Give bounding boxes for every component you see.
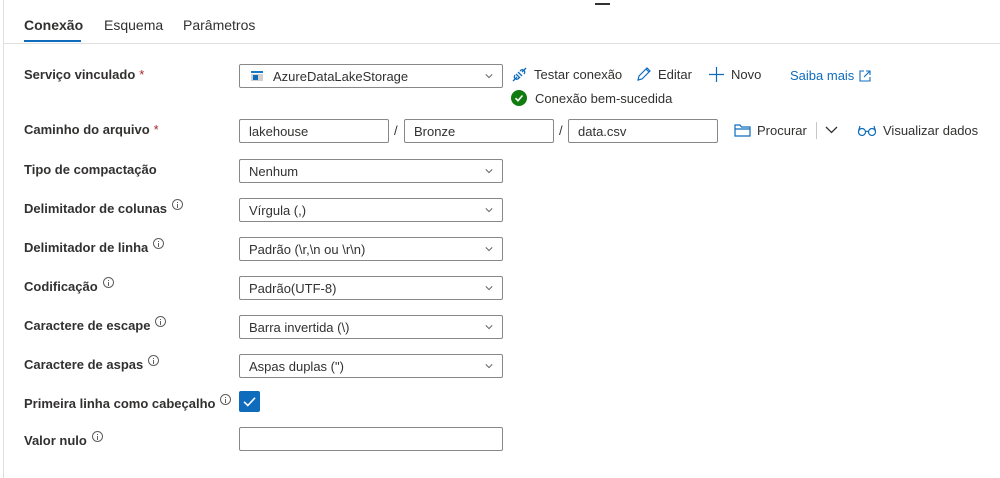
info-icon[interactable] bbox=[153, 238, 165, 249]
quote-char-value: Aspas duplas (") bbox=[249, 358, 344, 374]
encoding-label: Codificação bbox=[24, 277, 114, 294]
encoding-value: Padrão(UTF-8) bbox=[249, 280, 337, 296]
info-icon[interactable] bbox=[155, 316, 167, 327]
escape-char-label: Caractere de escape bbox=[24, 316, 167, 333]
new-button[interactable]: Novo bbox=[708, 66, 761, 83]
required-mark: * bbox=[139, 67, 145, 82]
file-path-file-input[interactable]: data.csv bbox=[568, 119, 718, 143]
compression-select[interactable]: Nenhum bbox=[239, 159, 503, 183]
linked-service-label: Serviço vinculado * bbox=[24, 67, 144, 82]
tab-parameters[interactable]: Parâmetros bbox=[183, 17, 255, 33]
escape-char-value: Barra invertida (\) bbox=[249, 319, 350, 335]
null-value-input[interactable] bbox=[239, 427, 503, 451]
compression-value: Nenhum bbox=[249, 163, 299, 179]
row-delimiter-select[interactable]: Padrão (\r,\n ou \r\n) bbox=[239, 237, 503, 261]
compression-label: Tipo de compactação bbox=[24, 162, 157, 177]
folder-icon bbox=[734, 124, 751, 137]
file-path-container-value: lakehouse bbox=[249, 123, 309, 139]
chevron-down-icon bbox=[485, 286, 493, 291]
column-delimiter-label-text: Delimitador de colunas bbox=[24, 201, 168, 216]
column-delimiter-select[interactable]: Vírgula (,) bbox=[239, 198, 503, 222]
pencil-icon bbox=[637, 67, 651, 81]
test-connection-button[interactable]: Testar conexão bbox=[511, 66, 622, 83]
chevron-down-icon bbox=[485, 208, 493, 213]
learn-more-label: Saiba mais bbox=[790, 68, 855, 83]
tab-schema[interactable]: Esquema bbox=[104, 17, 163, 33]
null-value-label: Valor nulo bbox=[24, 431, 103, 448]
panel-left-border bbox=[3, 0, 4, 478]
chevron-down-icon bbox=[485, 169, 493, 174]
linked-service-label-text: Serviço vinculado bbox=[24, 67, 136, 82]
column-delimiter-label: Delimitador de colunas bbox=[24, 199, 184, 216]
external-link-icon bbox=[859, 69, 871, 82]
chevron-down-icon bbox=[485, 325, 493, 330]
quote-char-select[interactable]: Aspas duplas (") bbox=[239, 354, 503, 378]
column-delimiter-value: Vírgula (,) bbox=[249, 202, 307, 218]
chevron-down-icon[interactable] bbox=[825, 125, 838, 135]
connection-status: Conexão bem-sucedida bbox=[511, 90, 672, 106]
tab-connection[interactable]: Conexão bbox=[24, 17, 83, 33]
first-row-header-label-text: Primeira linha como cabeçalho bbox=[24, 396, 216, 411]
row-delimiter-label-text: Delimitador de linha bbox=[24, 240, 149, 255]
test-connection-label: Testar conexão bbox=[534, 67, 623, 82]
plug-connection-icon bbox=[512, 67, 527, 82]
linked-service-select[interactable]: AzureDataLakeStorage bbox=[239, 64, 503, 88]
quote-char-label-text: Caractere de aspas bbox=[24, 357, 144, 372]
quote-char-label: Caractere de aspas bbox=[24, 355, 160, 372]
compression-label-text: Tipo de compactação bbox=[24, 162, 157, 177]
file-path-label: Caminho do arquivo * bbox=[24, 122, 159, 137]
chevron-down-icon bbox=[485, 247, 493, 252]
plus-icon bbox=[709, 67, 724, 82]
escape-char-select[interactable]: Barra invertida (\) bbox=[239, 315, 503, 339]
encoding-label-text: Codificação bbox=[24, 279, 98, 294]
chevron-down-icon bbox=[485, 74, 493, 79]
tabs-divider bbox=[4, 43, 1000, 44]
connection-status-text: Conexão bem-sucedida bbox=[535, 90, 673, 106]
success-check-icon bbox=[511, 90, 527, 106]
info-icon[interactable] bbox=[148, 355, 160, 366]
first-row-header-label: Primeira linha como cabeçalho bbox=[24, 394, 232, 411]
active-tab-indicator bbox=[24, 40, 81, 42]
linked-service-value: AzureDataLakeStorage bbox=[273, 68, 409, 84]
info-icon[interactable] bbox=[102, 277, 114, 288]
required-mark: * bbox=[153, 122, 159, 137]
path-separator: / bbox=[559, 123, 563, 138]
preview-data-button[interactable]: Visualizar dados bbox=[857, 123, 978, 138]
encoding-select[interactable]: Padrão(UTF-8) bbox=[239, 276, 503, 300]
row-delimiter-value: Padrão (\r,\n ou \r\n) bbox=[249, 241, 366, 257]
row-delimiter-label: Delimitador de linha bbox=[24, 238, 165, 255]
edit-label: Editar bbox=[658, 67, 692, 82]
info-icon[interactable] bbox=[220, 394, 232, 405]
learn-more-link[interactable]: Saiba mais bbox=[790, 68, 877, 83]
path-separator: / bbox=[394, 123, 398, 138]
file-path-directory-value: Bronze bbox=[414, 123, 456, 139]
null-value-label-text: Valor nulo bbox=[24, 433, 87, 448]
file-path-file-value: data.csv bbox=[578, 123, 627, 139]
storage-icon bbox=[251, 71, 263, 81]
resize-handle[interactable] bbox=[595, 3, 610, 5]
glasses-icon bbox=[857, 125, 877, 136]
browse-button[interactable]: Procurar bbox=[734, 123, 807, 138]
toolbar-divider bbox=[816, 122, 817, 139]
chevron-down-icon bbox=[485, 364, 493, 369]
file-path-label-text: Caminho do arquivo bbox=[24, 122, 150, 137]
first-row-header-checkbox[interactable] bbox=[239, 391, 260, 412]
info-icon[interactable] bbox=[91, 431, 103, 442]
checkmark-icon bbox=[243, 397, 256, 407]
browse-label: Procurar bbox=[757, 123, 807, 138]
new-label: Novo bbox=[731, 67, 762, 82]
preview-data-label: Visualizar dados bbox=[883, 123, 979, 138]
escape-char-label-text: Caractere de escape bbox=[24, 318, 151, 333]
info-icon[interactable] bbox=[172, 199, 184, 210]
edit-button[interactable]: Editar bbox=[635, 66, 692, 83]
file-path-directory-input[interactable]: Bronze bbox=[404, 119, 554, 143]
file-path-container-input[interactable]: lakehouse bbox=[239, 119, 389, 143]
